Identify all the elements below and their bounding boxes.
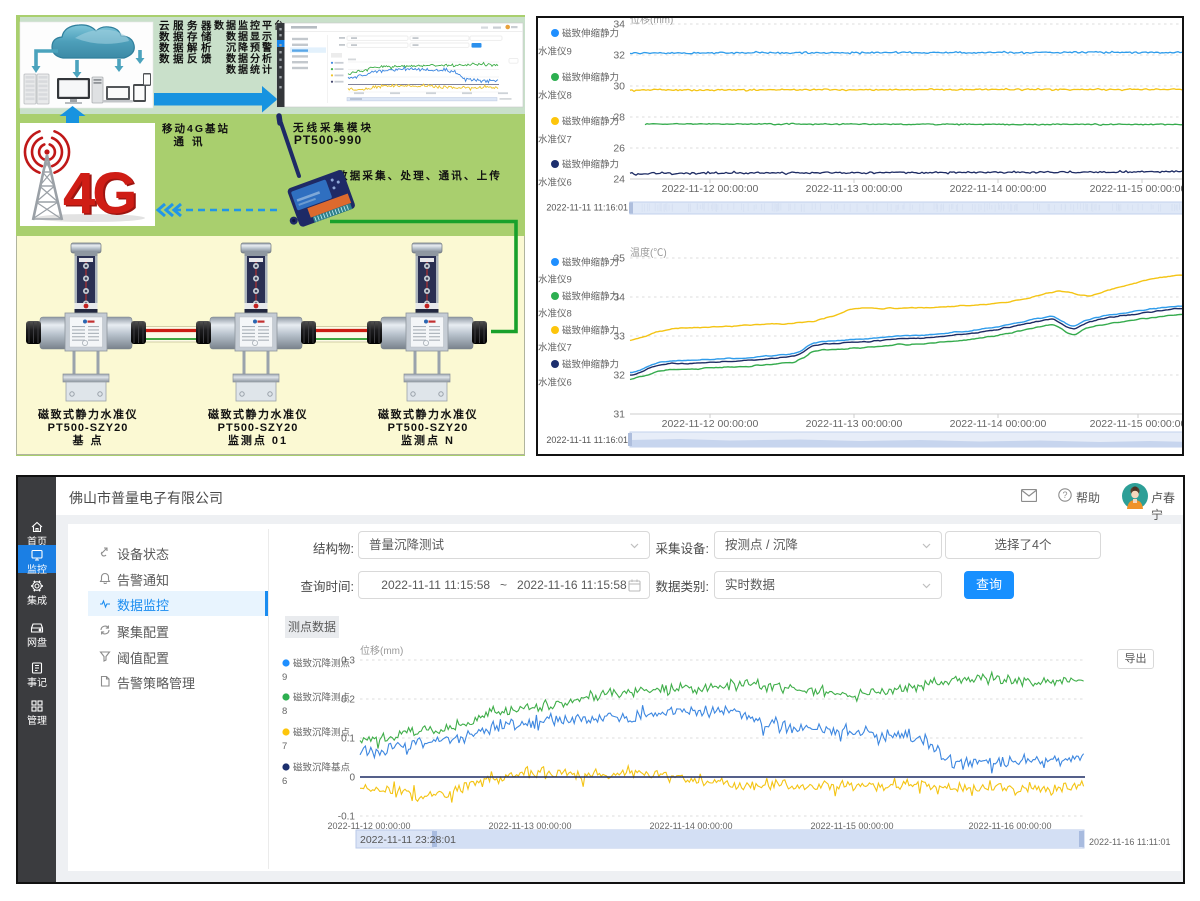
svg-text:磁致沉降测点: 磁致沉降测点	[293, 727, 351, 739]
svg-text:2022-11-14 00:00:00: 2022-11-14 00:00:00	[950, 418, 1047, 430]
svg-text:磁致沉降测点: 磁致沉降测点	[293, 692, 351, 704]
svg-text:磁致伸缩静力: 磁致伸缩静力	[562, 257, 619, 269]
svg-text:6: 6	[282, 776, 287, 787]
svg-text:数据显示: 数据显示	[226, 30, 274, 43]
svg-text:磁致伸缩静力: 磁致伸缩静力	[562, 159, 619, 171]
svg-text:磁致伸缩静力: 磁致伸缩静力	[562, 325, 619, 337]
svg-text:2022-11-11 11:16:01: 2022-11-11 11:16:01	[546, 203, 628, 213]
svg-text:水准仪6: 水准仪6	[538, 177, 572, 189]
svg-text:2022-11-13 00:00:00: 2022-11-13 00:00:00	[806, 418, 903, 430]
svg-text:PT500-SZY20: PT500-SZY20	[218, 422, 299, 434]
svg-text:8: 8	[282, 706, 287, 717]
svg-text:水准仪7: 水准仪7	[538, 342, 572, 354]
svg-text:磁致沉降基点: 磁致沉降基点	[293, 762, 351, 774]
svg-text:数据监控平台: 数据监控平台	[214, 19, 286, 32]
svg-text:2022-11-14 00:00:00: 2022-11-14 00:00:00	[950, 183, 1047, 195]
svg-text:位移(mm): 位移(mm)	[360, 644, 403, 657]
svg-text:数据采集、处理、通讯、上传: 数据采集、处理、通讯、上传	[336, 169, 502, 182]
svg-text:2022-11-12 00:00:00: 2022-11-12 00:00:00	[662, 418, 759, 430]
svg-text:24: 24	[613, 174, 625, 186]
svg-text:2022-11-16 11:11:01: 2022-11-16 11:11:01	[1089, 837, 1171, 847]
svg-text:磁致伸缩静力: 磁致伸缩静力	[562, 72, 619, 84]
svg-text:数据统计: 数据统计	[226, 63, 274, 76]
svg-text:温度(℃): 温度(℃)	[630, 246, 667, 259]
svg-text:磁致伸缩静力: 磁致伸缩静力	[562, 291, 619, 303]
svg-text:2022-11-11 11:16:01: 2022-11-11 11:16:01	[546, 435, 628, 445]
svg-text:4G: 4G	[63, 161, 134, 226]
svg-text:2022-11-12 00:00:00: 2022-11-12 00:00:00	[662, 183, 759, 195]
svg-text:?: ?	[1062, 490, 1067, 500]
svg-text:磁致式静力水准仪: 磁致式静力水准仪	[378, 407, 478, 421]
svg-text:水准仪9: 水准仪9	[538, 46, 572, 58]
svg-text:监测点 N: 监测点 N	[401, 433, 455, 447]
svg-text:磁致伸缩静力: 磁致伸缩静力	[562, 28, 619, 40]
svg-text:磁致式静力水准仪: 磁致式静力水准仪	[38, 407, 138, 421]
svg-text:磁致伸缩静力: 磁致伸缩静力	[562, 116, 619, 128]
svg-text:2022-11-13 00:00:00: 2022-11-13 00:00:00	[806, 183, 903, 195]
svg-text:PT500-990: PT500-990	[294, 133, 362, 147]
svg-text:水准仪7: 水准仪7	[538, 134, 572, 146]
svg-text:PT500-SZY20: PT500-SZY20	[388, 422, 469, 434]
svg-text:32: 32	[613, 50, 625, 62]
svg-text:通讯: 通讯	[174, 135, 211, 148]
svg-text:位移(mm): 位移(mm)	[630, 18, 673, 26]
svg-text:26: 26	[613, 143, 625, 155]
svg-text:水准仪8: 水准仪8	[538, 308, 572, 320]
svg-text:沉降预警: 沉降预警	[226, 41, 274, 54]
svg-text:数据反馈: 数据反馈	[158, 52, 215, 65]
svg-text:基 点: 基 点	[71, 433, 103, 447]
svg-text:7: 7	[282, 741, 287, 752]
svg-text:2022-11-15 00:00:00: 2022-11-15 00:00:00	[1090, 418, 1182, 430]
svg-text:水准仪6: 水准仪6	[538, 377, 572, 389]
svg-text:磁致沉降测点: 磁致沉降测点	[293, 658, 351, 670]
svg-text:磁致式静力水准仪: 磁致式静力水准仪	[208, 407, 308, 421]
svg-text:32: 32	[613, 370, 625, 382]
svg-text:水准仪9: 水准仪9	[538, 274, 572, 286]
svg-text:2022-11-15 00:00:00: 2022-11-15 00:00:00	[1090, 183, 1182, 195]
svg-text:PT500-SZY20: PT500-SZY20	[48, 422, 129, 434]
svg-text:移动4G基站: 移动4G基站	[162, 122, 230, 135]
svg-text:0: 0	[349, 773, 355, 784]
svg-text:磁致伸缩静力: 磁致伸缩静力	[562, 359, 619, 371]
svg-text:监测点 01: 监测点 01	[228, 433, 288, 447]
svg-text:9: 9	[282, 672, 287, 683]
svg-text:数据分析: 数据分析	[226, 52, 274, 65]
svg-text:31: 31	[613, 409, 625, 421]
svg-text:2022-11-11 23:28:01: 2022-11-11 23:28:01	[360, 834, 456, 846]
svg-text:水准仪8: 水准仪8	[538, 90, 572, 102]
